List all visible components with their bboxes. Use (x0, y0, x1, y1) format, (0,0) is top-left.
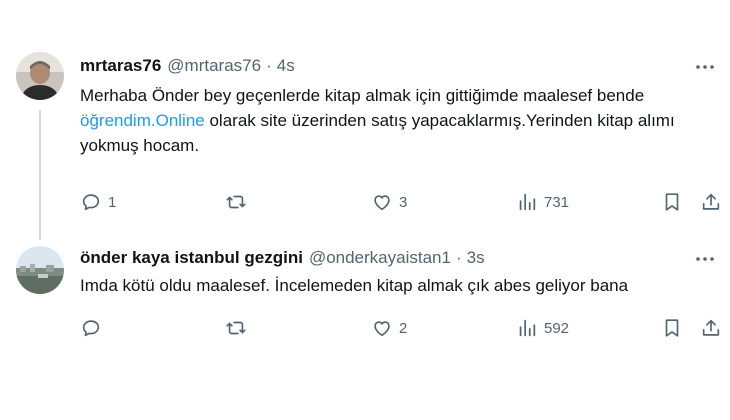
hashtag-link[interactable]: öğrendim.Online (80, 111, 205, 130)
separator: · (455, 248, 462, 267)
tweet-text: Merhaba Önder bey geçenlerde kitap almak… (80, 83, 720, 158)
share-icon (702, 193, 720, 210)
like-icon (374, 195, 390, 211)
tweet-2[interactable]: önder kaya istanbul gezgini @onderkayais… (0, 230, 730, 420)
share-button[interactable] (700, 190, 722, 214)
retweet-icon (226, 195, 246, 209)
retweet-icon (226, 321, 246, 335)
separator: · (266, 56, 272, 75)
thread-line (39, 110, 41, 240)
like-button[interactable]: 3 (371, 190, 407, 214)
like-count: 3 (399, 193, 408, 211)
views-button[interactable]: 731 (516, 190, 569, 214)
tweet-1[interactable]: mrtaras76 @mrtaras76 · 4s Merhaba Önder … (0, 0, 730, 240)
avatar[interactable] (16, 246, 64, 294)
reply-count: 1 (108, 193, 117, 211)
handle[interactable]: @mrtaras76 (167, 56, 261, 76)
views-icon (519, 319, 536, 337)
action-bar: 2 592 (80, 316, 720, 340)
tweet-header: önder kaya istanbul gezgini @onderkayais… (80, 246, 485, 270)
timestamp[interactable]: 4s (277, 56, 295, 76)
bookmark-button[interactable] (661, 190, 683, 214)
handle[interactable]: @onderkayaistan1 (309, 248, 451, 268)
avatar[interactable] (16, 52, 64, 100)
action-bar: 1 3 731 (80, 190, 720, 214)
timestamp[interactable]: 3s (467, 248, 485, 268)
more-icon[interactable] (694, 56, 716, 78)
bookmark-button[interactable] (661, 316, 683, 340)
share-icon (702, 319, 720, 336)
reply-button[interactable] (80, 316, 108, 340)
bookmark-icon (665, 193, 679, 211)
display-name[interactable]: önder kaya istanbul gezgini (80, 248, 303, 268)
reply-icon (82, 194, 100, 211)
reply-icon (82, 320, 100, 337)
views-count: 592 (544, 319, 570, 337)
tweet-text-part: Merhaba Önder bey geçenlerde kitap almak… (80, 86, 645, 105)
retweet-button[interactable] (225, 316, 253, 340)
bookmark-icon (665, 319, 679, 337)
tweet-text: Imda kötü oldu maalesef. İncelemeden kit… (80, 276, 629, 295)
more-icon[interactable] (694, 248, 716, 270)
like-button[interactable]: 2 (371, 316, 407, 340)
share-button[interactable] (700, 316, 722, 340)
reply-button[interactable]: 1 (80, 190, 116, 214)
views-count: 731 (544, 193, 570, 211)
like-icon (374, 321, 390, 337)
retweet-button[interactable] (225, 190, 253, 214)
display-name[interactable]: mrtaras76 (80, 56, 161, 76)
views-button[interactable]: 592 (516, 316, 569, 340)
tweet-header: mrtaras76 @mrtaras76 · 4s (80, 54, 295, 78)
like-count: 2 (399, 319, 408, 337)
views-icon (519, 193, 536, 211)
